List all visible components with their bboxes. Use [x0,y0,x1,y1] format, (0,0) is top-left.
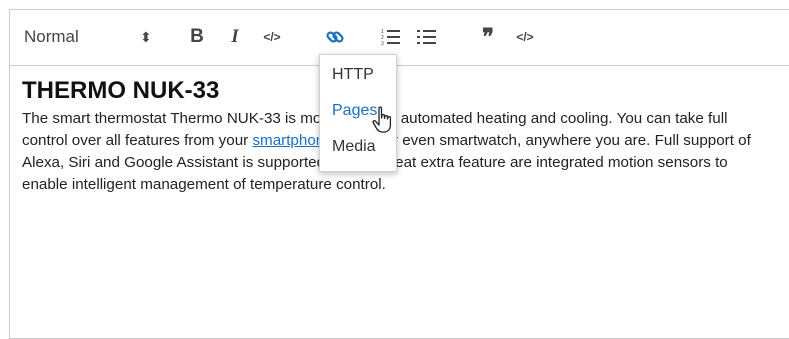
bullet-list-button[interactable] [414,24,440,50]
ordered-list-icon: 1 2 3 [381,29,400,46]
editor-content[interactable]: THERMO NUK-33 The smart thermostat Therm… [22,76,772,196]
hand-pointer-cursor-icon [372,106,392,133]
bullet-list-icon [417,30,436,44]
updown-arrows-icon: ⬍ [140,28,152,45]
bold-button[interactable]: B [186,24,208,50]
format-select[interactable]: Normal ⬍ [24,24,152,50]
blockquote-button[interactable]: ❞ [475,24,501,50]
link-button[interactable] [322,24,348,50]
dropdown-item-http[interactable]: HTTP [332,66,374,84]
svg-text:3: 3 [381,41,384,46]
ordered-list-button[interactable]: 1 2 3 [378,24,404,50]
dropdown-item-media[interactable]: Media [332,138,376,156]
link-icon [326,31,344,43]
format-select-value: Normal [24,27,79,46]
editor-toolbar: Normal ⬍ B I </> 1 2 3 ❞ </> [10,10,789,66]
code-block-button[interactable]: </> [513,24,537,50]
inline-code-button[interactable]: </> [260,24,284,50]
italic-button[interactable]: I [224,24,246,50]
content-heading: THERMO NUK-33 [22,77,220,104]
content-paragraph: The smart thermostat Thermo NUK-33 is mo… [22,108,772,196]
